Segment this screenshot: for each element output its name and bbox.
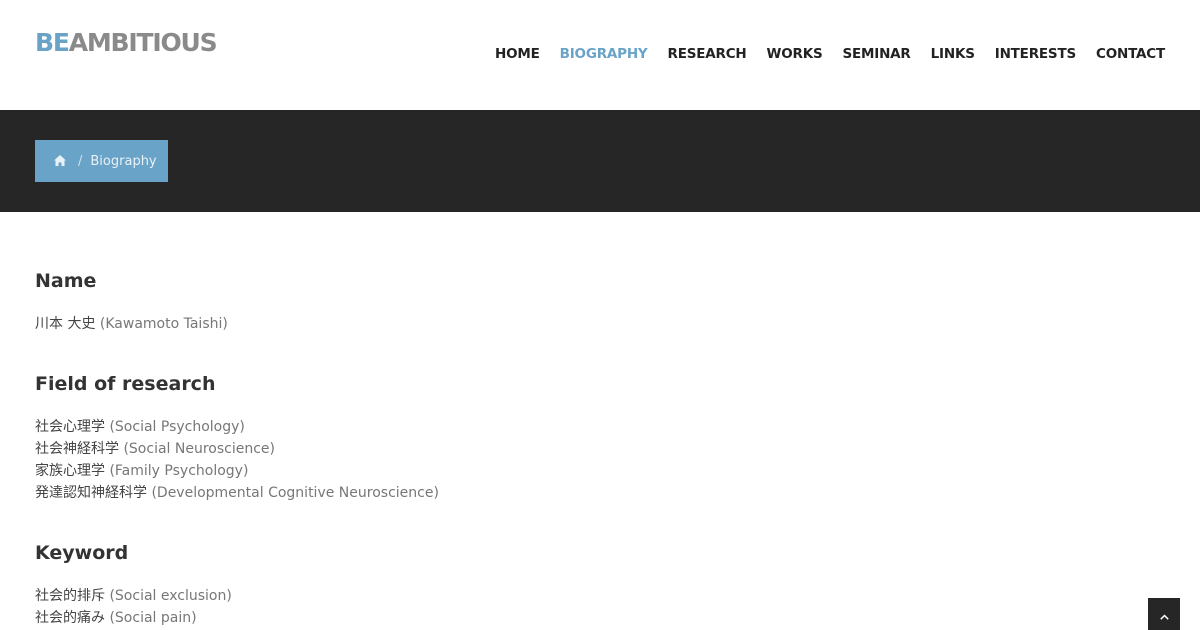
nav-seminar[interactable]: SEMINAR: [842, 46, 910, 62]
field-line: 社会心理学 (Social Psychology): [35, 416, 245, 436]
name-line: 川本 大史 (Kawamoto Taishi): [35, 313, 228, 333]
keyword-en: (Social exclusion): [109, 588, 232, 604]
keyword-ja: 社会的痛み: [35, 610, 105, 626]
nav-research[interactable]: RESEARCH: [668, 46, 747, 62]
keyword-en: (Social pain): [109, 610, 197, 626]
logo-accent: BE: [35, 28, 70, 57]
keyword-line: 社会的痛み (Social pain): [35, 607, 197, 627]
site-header: BEAMBITIOUS HOME BIOGRAPHY RESEARCH WORK…: [0, 0, 1200, 110]
field-line: 家族心理学 (Family Psychology): [35, 460, 248, 480]
nav-contact[interactable]: CONTACT: [1096, 46, 1165, 62]
home-icon[interactable]: [54, 155, 68, 167]
nav-home[interactable]: HOME: [495, 46, 540, 62]
field-line: 社会神経科学 (Social Neuroscience): [35, 438, 275, 458]
field-line: 発達認知神経科学 (Developmental Cognitive Neuros…: [35, 482, 439, 502]
scroll-to-top-button[interactable]: [1148, 598, 1180, 630]
name-en: (Kawamoto Taishi): [99, 316, 228, 332]
section-title-name: Name: [35, 270, 97, 292]
chevron-up-icon: [1159, 605, 1169, 624]
main-nav: HOME BIOGRAPHY RESEARCH WORKS SEMINAR LI…: [495, 46, 1165, 62]
breadcrumb: / Biography: [35, 140, 168, 182]
field-en: (Social Psychology): [109, 419, 245, 435]
breadcrumb-current: Biography: [90, 153, 157, 169]
section-title-keyword: Keyword: [35, 542, 129, 564]
field-ja: 家族心理学: [35, 463, 105, 479]
keyword-ja: 社会的排斥: [35, 588, 105, 604]
logo-rest: AMBITIOUS: [68, 28, 218, 57]
nav-biography[interactable]: BIOGRAPHY: [560, 46, 648, 62]
nav-interests[interactable]: INTERESTS: [995, 46, 1076, 62]
field-en: (Family Psychology): [109, 463, 249, 479]
field-ja: 発達認知神経科学: [35, 485, 147, 501]
name-ja: 川本 大史: [35, 316, 96, 332]
field-ja: 社会神経科学: [35, 441, 119, 457]
field-en: (Social Neuroscience): [123, 441, 275, 457]
keyword-line: 社会的排斥 (Social exclusion): [35, 585, 232, 605]
section-title-field: Field of research: [35, 373, 216, 395]
nav-links[interactable]: LINKS: [931, 46, 975, 62]
breadcrumb-separator: /: [78, 153, 83, 169]
field-ja: 社会心理学: [35, 419, 105, 435]
field-en: (Developmental Cognitive Neuroscience): [151, 485, 439, 501]
page-title-band: / Biography: [0, 110, 1200, 212]
site-logo[interactable]: BEAMBITIOUS: [35, 28, 218, 57]
nav-works[interactable]: WORKS: [767, 46, 823, 62]
